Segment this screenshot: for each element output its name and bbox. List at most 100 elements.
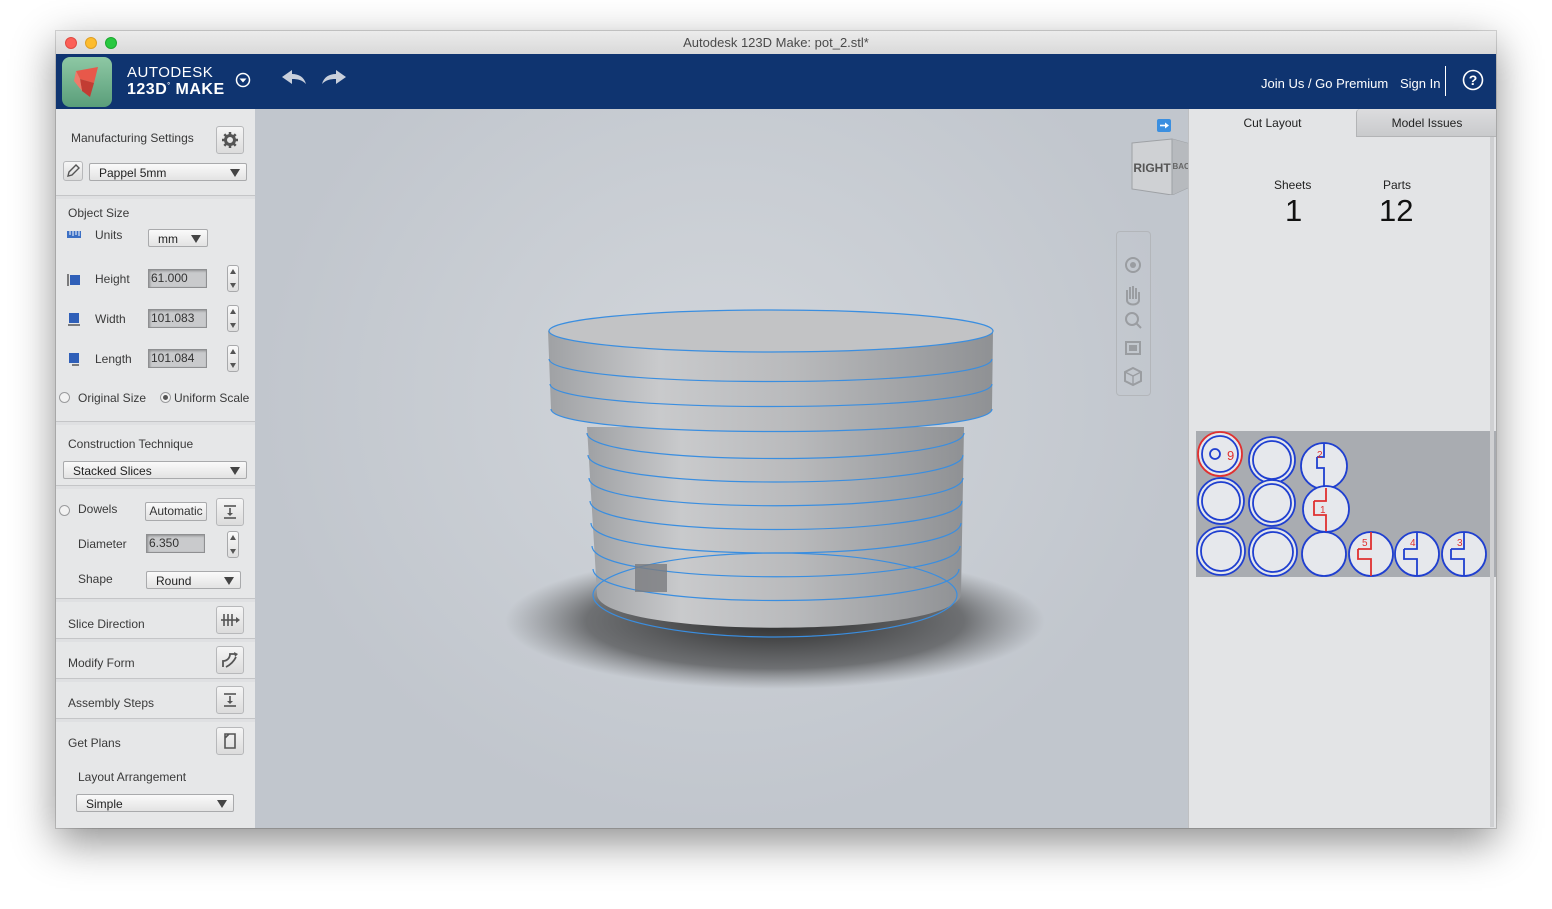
navigation-toolbar: [1116, 231, 1151, 396]
part-4[interactable]: 4: [1394, 531, 1440, 577]
part-1[interactable]: 1: [1302, 485, 1350, 533]
app-logo-icon: [62, 57, 112, 107]
slice-direction-button[interactable]: [216, 606, 244, 634]
3d-viewport[interactable]: RIGHT BACK: [255, 109, 1196, 828]
uniform-scale-radio[interactable]: [160, 392, 171, 403]
expand-panel-icon[interactable]: [1157, 119, 1171, 132]
modify-form-button[interactable]: [216, 646, 244, 674]
model-render[interactable]: [255, 109, 1188, 828]
length-input[interactable]: 101.084: [148, 349, 207, 368]
parts-count: 12: [1379, 193, 1414, 228]
sign-in-link[interactable]: Sign In: [1400, 76, 1440, 91]
dowels-tool-button[interactable]: [216, 498, 244, 526]
modify-form-icon: [222, 652, 238, 668]
part-ring-c[interactable]: [1248, 479, 1296, 527]
slice-direction-icon: [221, 614, 240, 626]
svg-text:1: 1: [1320, 505, 1326, 516]
app-menu-dropdown-icon[interactable]: [235, 72, 251, 88]
part-9[interactable]: 9: [1197, 431, 1243, 477]
construction-technique-label: Construction Technique: [68, 437, 194, 451]
layout-arrangement-label: Layout Arrangement: [78, 770, 187, 784]
shape-dropdown[interactable]: Round: [146, 571, 241, 589]
dowels-radio[interactable]: [59, 505, 70, 516]
sheets-count: 1: [1285, 193, 1303, 228]
dowels-automatic-button[interactable]: Automatic: [145, 502, 207, 521]
view-cube[interactable]: RIGHT BACK: [1128, 137, 1196, 196]
part-ring-b[interactable]: [1197, 477, 1245, 525]
manufacturing-settings-button[interactable]: [216, 126, 244, 154]
length-icon: [69, 353, 79, 366]
part-3[interactable]: 3: [1441, 531, 1487, 577]
uniform-scale-label: Uniform Scale: [174, 391, 250, 405]
left-settings-panel: Manufacturing Settings Pappel 5mm Object…: [56, 109, 255, 828]
orbit-icon[interactable]: [1125, 257, 1141, 273]
units-label: Units: [95, 228, 123, 242]
diameter-label: Diameter: [78, 537, 127, 551]
window-title: Autodesk 123D Make: pot_2.stl*: [683, 35, 869, 50]
assembly-steps-icon: [224, 693, 236, 707]
units-value: mm: [158, 232, 178, 246]
edit-material-button[interactable]: [63, 161, 83, 181]
zoom-icon[interactable]: [1125, 312, 1142, 329]
height-icon: [67, 274, 80, 286]
sheets-label: Sheets: [1274, 178, 1312, 192]
undo-icon[interactable]: [280, 68, 308, 86]
tab-model-issues[interactable]: Model Issues: [1356, 109, 1496, 137]
svg-text:5: 5: [1362, 538, 1368, 549]
construction-technique-dropdown[interactable]: Stacked Slices: [63, 461, 247, 479]
right-panel-scrollbar[interactable]: [1490, 137, 1494, 827]
pan-icon[interactable]: [1126, 286, 1140, 306]
dowels-label: Dowels: [78, 502, 118, 516]
construction-technique-section: Construction Technique Stacked Slices: [56, 425, 255, 486]
manufacturing-settings-section: Manufacturing Settings Pappel 5mm: [56, 109, 255, 196]
slice-direction-section[interactable]: Slice Direction: [56, 602, 255, 639]
material-value: Pappel 5mm: [99, 166, 167, 180]
brand-autodesk: AUTODESK: [127, 64, 214, 81]
length-label: Length: [95, 352, 132, 366]
gear-icon: [222, 132, 238, 148]
diameter-stepper[interactable]: [227, 531, 239, 558]
units-dropdown[interactable]: mm: [148, 229, 208, 247]
cut-layout-sheet[interactable]: 9 2 1 5 4 3: [1196, 431, 1496, 577]
part-ring-d[interactable]: [1196, 526, 1246, 576]
object-size-section: Object Size Units mm Height 61.000 Width…: [56, 199, 255, 422]
right-panel: Cut Layout Model Issues Sheets 1 Parts 1…: [1188, 109, 1496, 828]
svg-text:9: 9: [1227, 448, 1234, 463]
get-plans-label: Get Plans: [68, 736, 121, 750]
modify-form-section[interactable]: Modify Form: [56, 642, 255, 679]
app-header: AUTODESK 123D° MAKE Join Us / Go Premium…: [56, 54, 1496, 109]
viewcube-right-label: RIGHT: [1133, 161, 1171, 175]
get-plans-button[interactable]: [216, 727, 244, 755]
part-ring-a[interactable]: [1248, 436, 1296, 484]
part-ring-f[interactable]: [1301, 531, 1347, 577]
pot-lower-body: [587, 427, 964, 628]
svg-text:3: 3: [1457, 538, 1463, 549]
redo-icon[interactable]: [320, 68, 348, 86]
height-label: Height: [95, 272, 130, 286]
original-size-radio[interactable]: [59, 392, 70, 403]
part-5[interactable]: 5: [1348, 531, 1394, 577]
layout-value: Simple: [86, 797, 123, 811]
tab-cut-layout[interactable]: Cut Layout: [1189, 109, 1356, 137]
layout-arrangement-dropdown[interactable]: Simple: [76, 794, 234, 812]
diameter-input[interactable]: 6.350: [146, 534, 205, 553]
manufacturing-settings-label: Manufacturing Settings: [71, 131, 194, 145]
width-input[interactable]: 101.083: [148, 309, 207, 328]
part-2[interactable]: 2: [1300, 442, 1348, 490]
dowel-hole: [635, 564, 667, 592]
help-icon[interactable]: ?: [1462, 69, 1484, 91]
length-stepper[interactable]: [227, 345, 239, 372]
height-input[interactable]: 61.000: [148, 269, 207, 288]
join-premium-link[interactable]: Join Us / Go Premium: [1261, 76, 1388, 91]
fit-view-icon[interactable]: [1125, 341, 1141, 355]
width-stepper[interactable]: [227, 305, 239, 332]
shape-label: Shape: [78, 572, 113, 586]
home-view-icon[interactable]: [1124, 366, 1142, 387]
height-stepper[interactable]: [227, 265, 239, 292]
assembly-steps-section[interactable]: Assembly Steps: [56, 682, 255, 719]
width-icon: [68, 313, 80, 326]
material-dropdown[interactable]: Pappel 5mm: [89, 163, 247, 181]
part-ring-e[interactable]: [1248, 527, 1298, 577]
technique-value: Stacked Slices: [73, 464, 152, 478]
assembly-steps-button[interactable]: [216, 686, 244, 714]
